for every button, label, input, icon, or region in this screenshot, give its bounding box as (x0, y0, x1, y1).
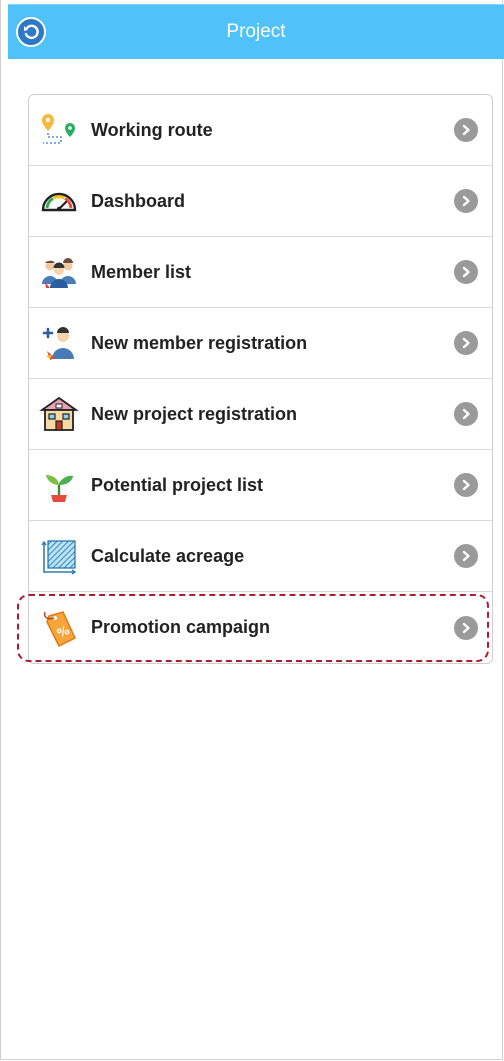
menu-item-label: Promotion campaign (91, 617, 271, 637)
gauge-icon (39, 181, 79, 221)
chevron-right-icon (454, 402, 478, 426)
house-icon (39, 394, 79, 434)
menu-item-potential-project-list[interactable]: Potential project list (29, 450, 492, 521)
menu-item-label: Working route (91, 119, 213, 140)
discount-tag-icon: % (39, 608, 79, 648)
menu-item-new-project-registration[interactable]: New project registration (29, 379, 492, 450)
menu-item-label: Dashboard (91, 190, 186, 211)
menu-list: Working route Dashboard Member list New … (28, 94, 493, 664)
menu-item-label: New member registration (91, 332, 308, 353)
chevron-right-icon (454, 331, 478, 355)
chevron-right-icon (454, 473, 478, 497)
menu-item-label: New project registration (91, 403, 298, 424)
header-bar: Project (8, 4, 504, 59)
chevron-right-icon (454, 118, 478, 142)
menu-item-label: Member list (91, 261, 192, 282)
chevron-right-icon (454, 260, 478, 284)
chevron-right-icon (454, 615, 478, 640)
menu-item-label: Calculate acreage (91, 545, 245, 566)
chevron-right-icon (454, 544, 478, 568)
back-button[interactable] (16, 17, 46, 47)
area-measure-icon (39, 536, 79, 576)
menu-item-label: Potential project list (91, 474, 264, 495)
menu-item-calculate-acreage[interactable]: Calculate acreage (29, 521, 492, 592)
route-map-pin-icon (39, 110, 79, 150)
back-icon (24, 24, 39, 40)
menu-item-member-list[interactable]: Member list (29, 237, 492, 308)
people-group-icon (39, 252, 79, 292)
sprout-icon (39, 465, 79, 505)
add-person-icon (39, 323, 79, 363)
menu-item-promotion-campaign[interactable]: % Promotion campaign (29, 592, 492, 663)
chevron-right-icon (454, 189, 478, 213)
menu-item-dashboard[interactable]: Dashboard (29, 166, 492, 237)
menu-item-working-route[interactable]: Working route (29, 95, 492, 166)
page-title: Project (226, 21, 286, 42)
menu-item-new-member-registration[interactable]: New member registration (29, 308, 492, 379)
